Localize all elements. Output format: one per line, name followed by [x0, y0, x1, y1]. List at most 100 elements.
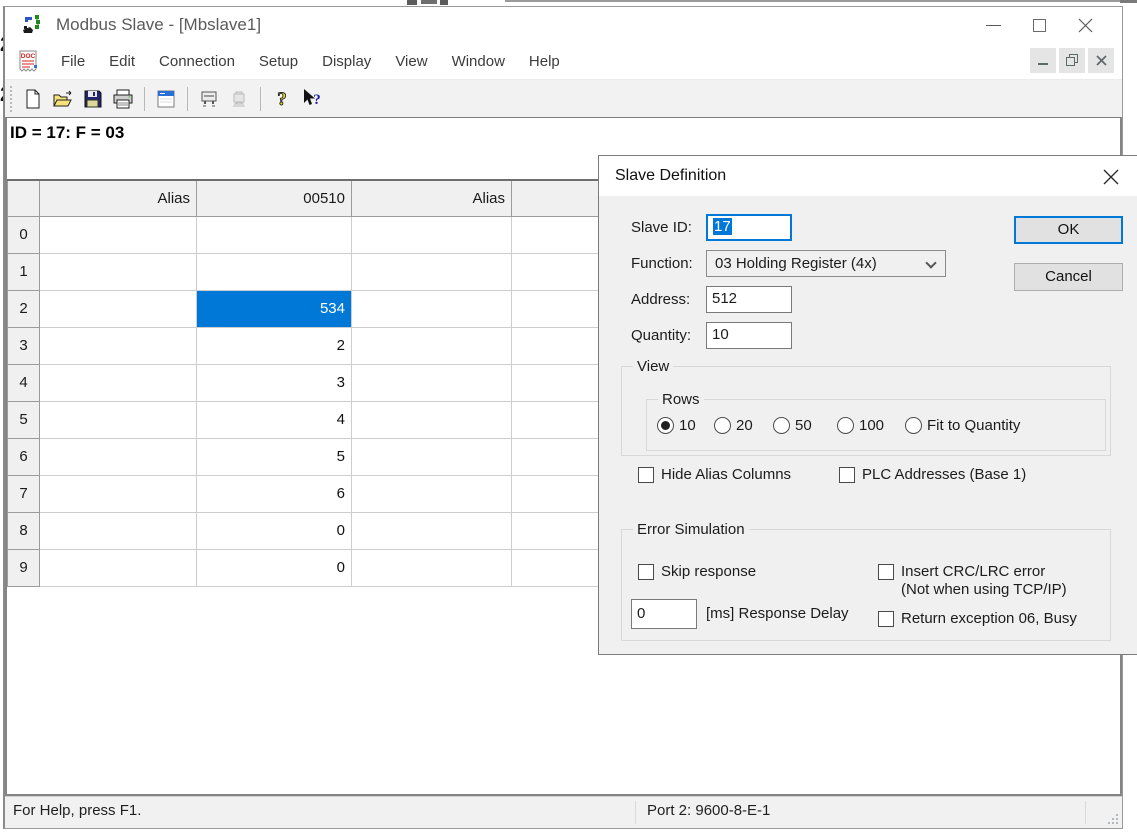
grid-row-header[interactable]: 0	[8, 216, 40, 253]
menu-item-help[interactable]: Help	[517, 53, 572, 70]
grid-cell-value[interactable]: 0	[197, 512, 352, 549]
menu-item-setup[interactable]: Setup	[247, 53, 310, 70]
grid-cell-value[interactable]: 3	[197, 364, 352, 401]
checkbox-icon	[638, 467, 654, 483]
plc-addresses-checkbox[interactable]: PLC Addresses (Base 1)	[839, 466, 1026, 484]
svg-text:DOC: DOC	[21, 53, 36, 60]
grid-cell-alias[interactable]	[40, 290, 197, 327]
grid-cell-value[interactable]: 2	[197, 327, 352, 364]
new-file-icon[interactable]	[18, 85, 48, 113]
menu-item-view[interactable]: View	[383, 53, 439, 70]
rows-radio-100[interactable]: 100	[837, 417, 884, 434]
cancel-button[interactable]: Cancel	[1014, 263, 1123, 291]
mdi-close-button[interactable]	[1088, 48, 1114, 73]
grid-cell-value[interactable]: 0	[197, 549, 352, 586]
grid-cell-alias[interactable]	[40, 475, 197, 512]
disconnect-icon[interactable]	[224, 85, 254, 113]
grid-cell-value[interactable]: 4	[197, 401, 352, 438]
grid-cell-alias[interactable]	[352, 475, 512, 512]
response-delay-field[interactable]: 0	[631, 599, 697, 629]
table-row: 32	[8, 327, 667, 364]
grid-cell-value[interactable]: 6	[197, 475, 352, 512]
rows-radio-10[interactable]: 10	[657, 417, 696, 434]
ok-button[interactable]: OK	[1014, 216, 1123, 244]
grid-cell-alias[interactable]	[352, 438, 512, 475]
radio-icon	[905, 417, 922, 434]
rows-radio-fit-to-quantity[interactable]: Fit to Quantity	[905, 417, 1020, 434]
maximize-button[interactable]	[1016, 7, 1062, 43]
grid-row-header[interactable]: 1	[8, 253, 40, 290]
grid-cell-alias[interactable]	[352, 253, 512, 290]
menu-item-display[interactable]: Display	[310, 53, 383, 70]
maximize-icon	[1033, 19, 1046, 32]
grid-cell-alias[interactable]	[40, 327, 197, 364]
grid-row-header[interactable]: 6	[8, 438, 40, 475]
return-exception-checkbox[interactable]: Return exception 06, Busy	[878, 610, 1077, 628]
dialog-close-button[interactable]	[1097, 164, 1125, 189]
grid-row-header[interactable]: 8	[8, 512, 40, 549]
grid-cell-value[interactable]: 5	[197, 438, 352, 475]
table-row: 2 534	[8, 290, 667, 327]
menu-item-connection[interactable]: Connection	[147, 53, 247, 70]
grid-cell-alias[interactable]	[40, 401, 197, 438]
grid-cell-alias[interactable]	[352, 290, 512, 327]
grid-row-header[interactable]: 2	[8, 290, 40, 327]
close-button[interactable]	[1062, 7, 1108, 43]
display-setup-icon[interactable]	[151, 85, 181, 113]
grid-cell-value[interactable]	[197, 216, 352, 253]
mdi-restore-button[interactable]	[1059, 48, 1085, 73]
resize-grip[interactable]	[1106, 812, 1120, 826]
grid-cell-alias[interactable]	[352, 327, 512, 364]
grid-corner-header	[8, 180, 40, 216]
grid-cell-alias[interactable]	[352, 512, 512, 549]
toolbar-gripper[interactable]	[10, 86, 13, 112]
grid-cell-alias[interactable]	[352, 549, 512, 586]
grid-row-header[interactable]: 5	[8, 401, 40, 438]
grid-column-header: Alias	[40, 180, 197, 216]
grid-row-header[interactable]: 4	[8, 364, 40, 401]
grid-cell-alias[interactable]	[352, 216, 512, 253]
insert-crc-label: Insert CRC/LRC error	[901, 563, 1067, 581]
grid-cell-alias[interactable]	[40, 438, 197, 475]
print-icon[interactable]	[108, 85, 138, 113]
grid-cell-alias[interactable]	[40, 364, 197, 401]
slave-id-field[interactable]: 17	[706, 214, 792, 241]
open-file-icon[interactable]	[48, 85, 78, 113]
grid-row-header[interactable]: 7	[8, 475, 40, 512]
menu-item-file[interactable]: File	[49, 53, 97, 70]
quantity-field[interactable]: 10	[706, 322, 792, 349]
grid-cell-value[interactable]	[197, 253, 352, 290]
minimize-button[interactable]	[970, 7, 1016, 43]
grid-cell-alias[interactable]	[40, 216, 197, 253]
grid-cell-alias[interactable]	[40, 253, 197, 290]
skip-response-checkbox[interactable]: Skip response	[638, 563, 756, 581]
insert-crc-checkbox[interactable]: Insert CRC/LRC error (Not when using TCP…	[878, 563, 1067, 599]
rows-radio-20[interactable]: 20	[714, 417, 753, 434]
grid-cell-alias[interactable]	[40, 549, 197, 586]
document-icon: DOC	[17, 49, 41, 73]
quantity-label: Quantity:	[631, 322, 691, 349]
rows-radio-50[interactable]: 50	[773, 417, 812, 434]
address-field[interactable]: 512	[706, 286, 792, 313]
grid-row-header[interactable]: 3	[8, 327, 40, 364]
modbus-slave-app-icon	[21, 13, 45, 37]
slave-definition-dialog: Slave Definition Slave ID: 17 Function: …	[598, 155, 1137, 655]
grid-cell-alias[interactable]	[352, 401, 512, 438]
context-help-icon[interactable]: ?	[297, 85, 327, 113]
menu-item-edit[interactable]: Edit	[97, 53, 147, 70]
grid-column-header: Alias	[352, 180, 512, 216]
help-icon[interactable]: ?	[267, 85, 297, 113]
hide-alias-checkbox[interactable]: Hide Alias Columns	[638, 466, 791, 484]
svg-text:?: ?	[313, 92, 321, 108]
grid-cell-selected[interactable]: 534	[197, 290, 352, 327]
grid-row-header[interactable]: 9	[8, 549, 40, 586]
slave-id-function-header: ID = 17: F = 03	[7, 118, 1120, 143]
function-dropdown[interactable]: 03 Holding Register (4x)	[706, 250, 946, 277]
menu-item-window[interactable]: Window	[440, 53, 517, 70]
connect-icon[interactable]	[194, 85, 224, 113]
grid-cell-alias[interactable]	[40, 512, 197, 549]
mdi-minimize-button[interactable]	[1030, 48, 1056, 73]
grid-cell-alias[interactable]	[352, 364, 512, 401]
table-row: 54	[8, 401, 667, 438]
save-file-icon[interactable]	[78, 85, 108, 113]
